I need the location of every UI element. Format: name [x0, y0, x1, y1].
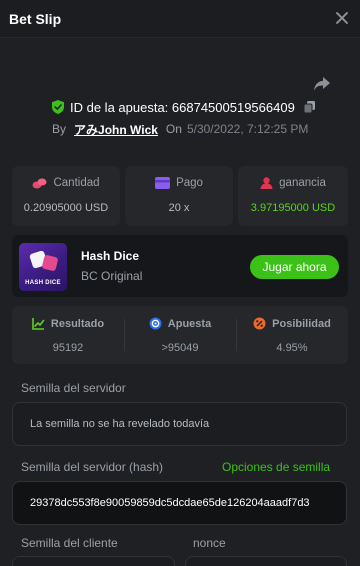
hash-dice-thumbnail[interactable]: HASH DICE [19, 243, 67, 291]
chance-label: Posibilidad [272, 317, 331, 330]
chance-value: 4.95% [276, 342, 308, 354]
bet-id-row: ID de la apuesta: 66874500519566409 [52, 98, 315, 116]
game-card: HASH DICE Hash Dice BC Original Jugar ah… [12, 235, 348, 297]
bet-label: Apuesta [167, 317, 212, 330]
bet-value: >95049 [161, 342, 199, 354]
shield-check-icon [52, 100, 64, 114]
close-icon[interactable] [335, 11, 349, 25]
by-label: By [52, 122, 67, 136]
seed-options-link[interactable]: Opciones de semilla [222, 460, 330, 474]
payout-card: Pago 20 x [125, 166, 233, 226]
bet-meta-row: By アみJohn Wick On 5/30/2022, 7:12:25 PM [52, 120, 308, 138]
results-panel: Resultado 95192 Apuesta >95049 Posibilid… [12, 306, 348, 364]
bet-column: Apuesta >95049 [124, 306, 236, 364]
payout-value: 20 x [168, 202, 190, 214]
thumbnail-text: HASH DICE [25, 280, 61, 286]
dice-icon [41, 254, 59, 272]
client-seed-field[interactable] [12, 556, 175, 566]
server-hash-field[interactable]: 29378dc553f8e90059859dc5dcdae65de126204a… [12, 481, 347, 525]
game-provider: BC Original [81, 269, 143, 283]
bet-id: ID de la apuesta: 66874500519566409 [70, 99, 295, 115]
copy-icon[interactable] [303, 101, 315, 113]
percent-icon [253, 317, 266, 330]
amount-card: Cantidad 0.20905000 USD [12, 166, 120, 226]
coins-icon [32, 178, 47, 189]
server-seed-label: Semilla del servidor [21, 381, 126, 395]
amount-value: 0.20905000 USD [23, 202, 109, 214]
profit-card: ganancia 3.97195000 USD [238, 166, 348, 226]
share-icon[interactable] [313, 75, 331, 93]
profit-label: ganancia [279, 177, 326, 189]
client-seed-label: Semilla del cliente [21, 536, 118, 550]
result-label: Resultado [50, 317, 105, 330]
user-link[interactable]: アみJohn Wick [74, 121, 158, 138]
play-now-button[interactable]: Jugar ahora [250, 255, 339, 279]
profit-value: 3.97195000 USD [250, 202, 336, 214]
amount-label: Cantidad [53, 177, 100, 189]
result-value: 95192 [52, 342, 84, 354]
game-name: Hash Dice [81, 249, 140, 263]
on-label: On [165, 122, 182, 136]
server-seed-field[interactable]: La semilla no se ha revelado todavía [12, 402, 347, 446]
target-icon [149, 317, 162, 330]
profit-icon [260, 177, 273, 189]
chart-up-icon [32, 318, 45, 330]
server-hash-label: Semilla del servidor (hash) [21, 460, 164, 474]
bet-datetime: 5/30/2022, 7:12:25 PM [186, 122, 309, 136]
bet-slip-content: ID de la apuesta: 66874500519566409 By ア… [0, 38, 360, 566]
nonce-field[interactable] [185, 556, 347, 566]
chance-column: Posibilidad 4.95% [236, 306, 348, 364]
wallet-icon [155, 177, 171, 189]
result-column: Resultado 95192 [12, 306, 124, 364]
bet-slip-header: Bet Slip [0, 0, 360, 38]
payout-label: Pago [176, 177, 203, 189]
bet-slip-title: Bet Slip [9, 11, 62, 27]
nonce-label: nonce [193, 536, 226, 550]
